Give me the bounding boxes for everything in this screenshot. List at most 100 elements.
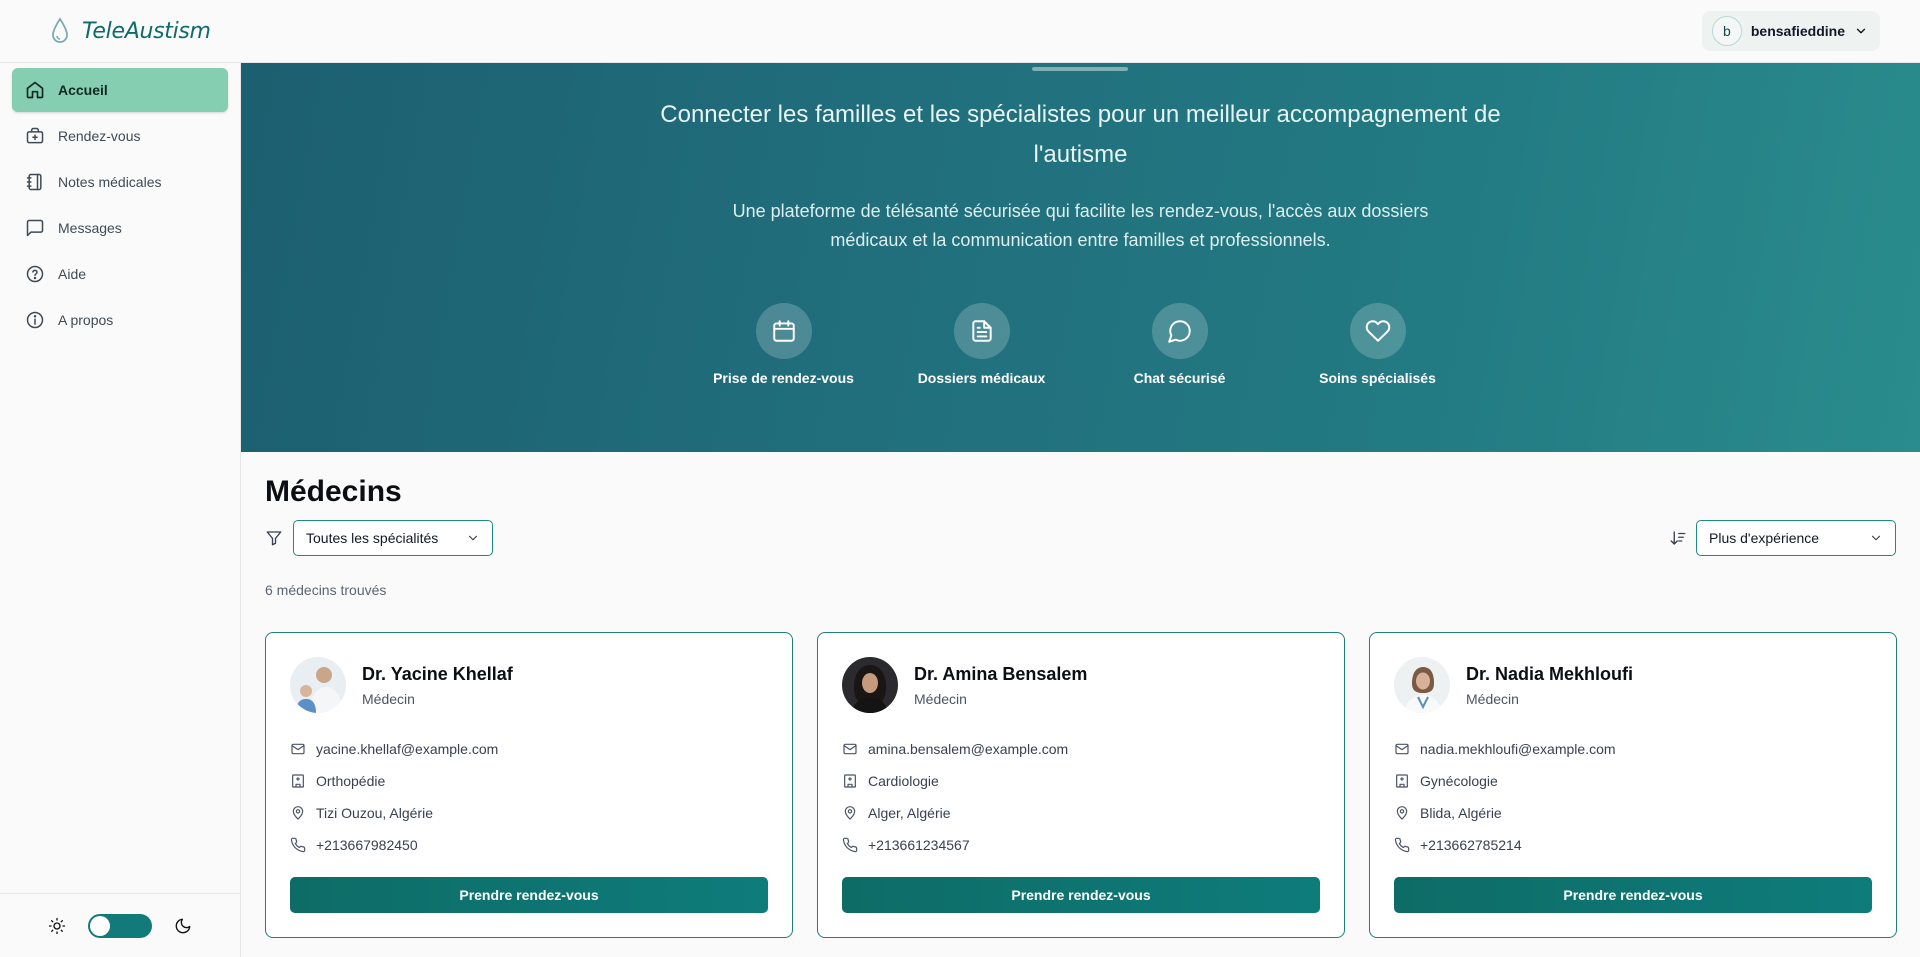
doctor-info: amina.bensalem@example.com Cardiologie A…: [842, 733, 1320, 861]
phone-icon: [842, 837, 858, 853]
doctor-name: Dr. Nadia Mekhloufi: [1466, 663, 1634, 684]
hero-subtitle-wrap: Une plateforme de télésanté sécurisée qu…: [241, 197, 1920, 255]
sidebar-item-notes[interactable]: Notes médicales: [12, 160, 228, 204]
book-appointment-button[interactable]: Prendre rendez-vous: [1394, 877, 1872, 913]
doctor-specialty: Orthopédie: [316, 773, 386, 789]
doctor-specialty-row: Orthopédie: [290, 765, 768, 797]
moon-icon: [174, 917, 192, 935]
doctor-card: Dr. Nadia Mekhloufi Médecin nadia.mekhlo…: [1369, 632, 1897, 938]
doctor-email-row: amina.bensalem@example.com: [842, 733, 1320, 765]
doctor-phone: +213662785214: [1420, 837, 1522, 853]
chevron-down-icon: [1854, 24, 1868, 38]
hero-title-wrap: Connecter les familles et les spécialist…: [241, 95, 1920, 175]
sidebar-item-a-propos[interactable]: A propos: [12, 298, 228, 342]
doctor-specialty-row: Cardiologie: [842, 765, 1320, 797]
hospital-icon: [290, 773, 306, 789]
doctor-heading: Dr. Nadia Mekhloufi Médecin: [1466, 664, 1633, 707]
feature-care: Soins spécialisés: [1293, 303, 1463, 386]
help-circle-icon: [25, 264, 45, 284]
doctor-location: Blida, Algérie: [1420, 805, 1502, 821]
phone-icon: [290, 837, 306, 853]
doctor-info: nadia.mekhloufi@example.com Gynécologie …: [1394, 733, 1872, 861]
doctors-section: Médecins Toutes les spécialités Plus d'e…: [241, 452, 1920, 957]
doctor-specialty: Gynécologie: [1420, 773, 1498, 789]
result-count: 6 médecins trouvés: [265, 582, 387, 598]
sort-select-value: Plus d'expérience: [1709, 530, 1820, 546]
document-icon: [953, 303, 1010, 359]
hero-subtitle: Une plateforme de télésanté sécurisée qu…: [732, 201, 1429, 250]
map-pin-icon: [290, 805, 306, 821]
map-pin-icon: [842, 805, 858, 821]
doctor-email: amina.bensalem@example.com: [868, 741, 1069, 757]
doctor-card-header: Dr. Amina Bensalem Médecin: [842, 657, 1320, 713]
chevron-down-icon: [1869, 531, 1883, 545]
hospital-icon: [842, 773, 858, 789]
feature-label: Chat sécurisé: [1133, 370, 1226, 386]
avatar: b: [1711, 16, 1742, 46]
app-name: TeleAustism: [82, 18, 211, 44]
feature-list: Prise de rendez-vous Dossiers médicaux C…: [241, 303, 1920, 386]
sort-row: Plus d'expérience: [1669, 520, 1896, 556]
map-pin-icon: [1394, 805, 1410, 821]
book-appointment-button[interactable]: Prendre rendez-vous: [842, 877, 1320, 913]
doctor-info: yacine.khellaf@example.com Orthopédie Ti…: [290, 733, 768, 861]
doctor-phone: +213667982450: [316, 837, 418, 853]
chevron-down-icon: [466, 531, 480, 545]
doctor-location: Alger, Algérie: [868, 805, 951, 821]
doctor-location-row: Alger, Algérie: [842, 797, 1320, 829]
sidebar-item-rendez-vous[interactable]: Rendez-vous: [12, 114, 228, 158]
doctor-email-row: nadia.mekhloufi@example.com: [1394, 733, 1872, 765]
sidebar-item-label: Messages: [58, 220, 122, 236]
doctor-cards: Dr. Yacine Khellaf Médecin yacine.khella…: [265, 632, 1897, 938]
user-menu[interactable]: b bensafieddine: [1701, 11, 1880, 51]
home-icon: [25, 80, 45, 100]
mail-icon: [1394, 741, 1410, 757]
sun-icon: [48, 917, 66, 935]
section-title: Médecins: [265, 475, 402, 508]
doctor-heading: Dr. Amina Bensalem Médecin: [914, 664, 1087, 707]
sidebar-item-label: Aide: [58, 266, 87, 282]
doctor-phone-row: +213662785214: [1394, 829, 1872, 861]
theme-toggle[interactable]: [88, 913, 152, 938]
specialty-select[interactable]: Toutes les spécialités: [293, 520, 493, 556]
sidebar-item-label: Notes médicales: [58, 174, 162, 190]
doctor-role: Médecin: [362, 690, 415, 707]
sidebar-item-label: A propos: [58, 312, 114, 328]
feature-label: Dossiers médicaux: [917, 370, 1046, 386]
feature-label: Soins spécialisés: [1319, 370, 1436, 386]
phone-icon: [1394, 837, 1410, 853]
notebook-icon: [25, 172, 45, 192]
doctor-heading: Dr. Yacine Khellaf Médecin: [362, 664, 513, 707]
doctor-card-header: Dr. Yacine Khellaf Médecin: [290, 657, 768, 713]
doctor-card-header: Dr. Nadia Mekhloufi Médecin: [1394, 657, 1872, 713]
username: bensafieddine: [1750, 23, 1845, 39]
sidebar: Accueil Rendez-vous Notes médicales Mess…: [0, 63, 241, 957]
hero-title: Connecter les familles et les spécialist…: [660, 101, 1501, 168]
drop-logo-icon: [50, 17, 70, 45]
message-icon: [25, 218, 45, 238]
doctor-phone-row: +213661234567: [842, 829, 1320, 861]
feature-records: Dossiers médicaux: [897, 303, 1067, 386]
doctor-photo: [290, 657, 346, 713]
sidebar-item-aide[interactable]: Aide: [12, 252, 228, 296]
mail-icon: [290, 741, 306, 757]
sort-select[interactable]: Plus d'expérience: [1696, 520, 1896, 556]
doctor-phone: +213661234567: [868, 837, 970, 853]
sidebar-item-messages[interactable]: Messages: [12, 206, 228, 250]
filter-icon: [265, 529, 283, 547]
hero-banner: Connecter les familles et les spécialist…: [241, 63, 1920, 452]
doctor-card: Dr. Yacine Khellaf Médecin yacine.khella…: [265, 632, 793, 938]
sidebar-item-label: Accueil: [58, 82, 108, 98]
filter-row: Toutes les spécialités: [265, 520, 493, 556]
sidebar-item-label: Rendez-vous: [58, 128, 141, 144]
brand[interactable]: TeleAustism: [50, 17, 211, 45]
sort-icon: [1669, 529, 1687, 547]
hospital-icon: [1394, 773, 1410, 789]
doctor-location-row: Tizi Ouzou, Algérie: [290, 797, 768, 829]
theme-switcher: [0, 893, 240, 957]
book-appointment-button[interactable]: Prendre rendez-vous: [290, 877, 768, 913]
top-header: TeleAustism b bensafieddine: [0, 0, 1920, 63]
doctor-specialty-row: Gynécologie: [1394, 765, 1872, 797]
sidebar-item-accueil[interactable]: Accueil: [12, 68, 228, 112]
doctor-location-row: Blida, Algérie: [1394, 797, 1872, 829]
